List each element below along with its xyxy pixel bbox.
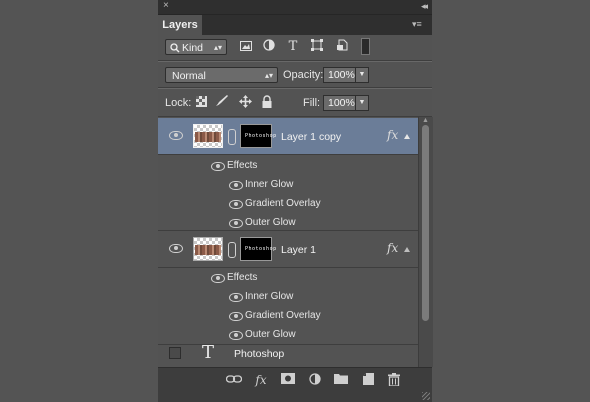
adjustment-filter-icon[interactable] [261,39,277,55]
chevron-updown-icon: ▴▾ [213,43,222,52]
effects-visibility-eye-icon[interactable] [211,161,225,171]
effect-label: Gradient Overlay [245,310,321,321]
new-group-icon[interactable] [333,373,349,387]
layer-row[interactable]: T Photoshop [158,341,432,367]
effect-label: Inner Glow [245,291,294,302]
blend-mode-value: Normal [172,70,206,82]
effects-row[interactable]: Effects [158,156,418,175]
filter-kind-label: Kind [182,42,204,54]
filter-kind-select[interactable]: Kind ▴▾ [165,39,227,55]
effect-label: Inner Glow [245,179,294,190]
panel-menu-button[interactable]: ▾≡ [412,18,426,30]
mask-link-icon[interactable] [228,242,236,258]
smart-object-filter-icon[interactable] [334,39,350,55]
add-layer-style-icon[interactable]: fx [253,373,269,387]
blend-mode-select[interactable]: Normal ▴▾ [165,67,278,83]
lock-label: Lock: [165,97,192,109]
inner-glow-eye-icon[interactable] [229,180,243,190]
visibility-toggle-empty[interactable] [169,347,181,359]
search-icon [170,43,180,53]
layer-mask-thumbnail[interactable]: Photoshop [240,237,276,261]
visibility-eye-icon[interactable] [169,130,183,140]
effect-row[interactable]: Inner Glow [158,287,418,306]
gradient-overlay-eye-icon[interactable] [229,199,243,209]
effect-label: Outer Glow [245,329,296,340]
outer-glow-eye-icon[interactable] [229,218,243,228]
lock-transparent-pixels-icon[interactable] [193,95,209,111]
layer-row[interactable]: Photoshop Layer 1 fx [158,232,418,269]
type-layer-icon: T [202,342,215,363]
mask-text: Photoshop [245,133,277,139]
collapse-effects-caret-icon[interactable] [404,134,410,139]
layer-name[interactable]: Layer 1 copy [281,131,341,143]
mask-link-icon[interactable] [228,129,236,145]
scrollbar-thumb[interactable] [422,125,429,321]
lock-image-pixels-icon[interactable] [214,95,230,111]
inner-glow-eye-icon[interactable] [229,292,243,302]
layer-list: Photoshop Layer 1 copy fx Effects Inner … [158,117,418,367]
panel-title-strip: × ◂◂ [158,0,432,15]
new-adjustment-layer-icon[interactable] [307,373,323,387]
outer-glow-eye-icon[interactable] [229,330,243,340]
effect-label: Outer Glow [245,217,296,228]
lock-all-icon[interactable] [259,95,275,111]
gradient-overlay-eye-icon[interactable] [229,311,243,321]
fx-icon[interactable]: fx [387,128,398,142]
visibility-eye-icon[interactable] [169,243,183,253]
layer-row[interactable]: Photoshop Layer 1 copy fx [158,118,418,155]
resize-grip[interactable] [422,392,430,400]
link-layers-icon[interactable] [225,373,243,387]
effects-visibility-eye-icon[interactable] [211,273,225,283]
layers-panel: × ◂◂ Layers ▾≡ Kind ▴▾ T Normal ▴▾ Opaci… [158,0,433,402]
tab-bar: Layers ▾≡ [158,15,432,35]
tab-layers[interactable]: Layers [158,15,202,35]
fill-input[interactable]: 100% [323,95,356,111]
collapse-panel-button[interactable]: ◂◂ [421,1,428,12]
layer-thumbnail[interactable] [193,124,223,148]
layer-name[interactable]: Photoshop [234,348,284,360]
add-mask-icon[interactable] [280,373,296,387]
chevron-updown-icon: ▴▾ [264,71,273,80]
close-panel-button[interactable]: × [163,0,169,11]
effect-row[interactable]: Inner Glow [158,175,418,194]
collapse-effects-caret-icon[interactable] [404,247,410,252]
opacity-input[interactable]: 100% [323,67,356,83]
layer-list-scrollbar[interactable]: ▲ [418,117,433,367]
effects-label: Effects [227,160,258,171]
delete-layer-icon[interactable] [386,373,402,387]
filter-toggle-icon[interactable] [361,38,370,55]
shape-filter-icon[interactable] [309,39,325,55]
mask-text: Photoshop [245,246,277,252]
lock-position-icon[interactable] [237,95,253,111]
layer-name[interactable]: Layer 1 [281,244,316,256]
opacity-dropdown-button[interactable]: ▼ [355,67,369,83]
new-layer-icon[interactable] [360,373,376,387]
fx-icon[interactable]: fx [387,241,398,255]
type-filter-icon[interactable]: T [285,39,301,55]
opacity-label: Opacity: [283,69,324,81]
fill-label: Fill: [303,97,321,109]
effects-label: Effects [227,272,258,283]
panel-footer: fx [158,367,432,402]
effect-row[interactable]: Gradient Overlay [158,194,418,213]
layer-thumbnail[interactable] [193,237,223,261]
scroll-up-icon[interactable]: ▲ [422,117,429,124]
image-filter-icon[interactable] [238,39,254,55]
fill-dropdown-button[interactable]: ▼ [355,95,369,111]
panel-content: Kind ▴▾ T Normal ▴▾ Opacity: 100% ▼ Lock… [158,35,433,401]
effect-label: Gradient Overlay [245,198,321,209]
effects-row[interactable]: Effects [158,268,418,287]
layer-mask-thumbnail[interactable]: Photoshop [240,124,276,148]
effect-row[interactable]: Gradient Overlay [158,306,418,325]
